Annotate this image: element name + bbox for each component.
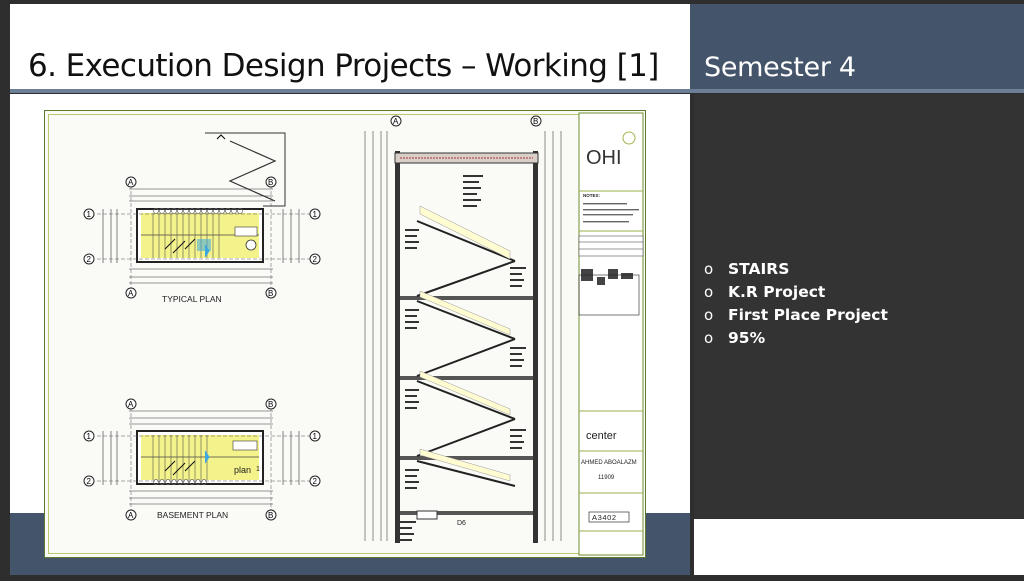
svg-text:2: 2 [313, 255, 318, 264]
semester-band: Semester 4 [690, 4, 1024, 90]
title-block: OHI NOTES: center AHMED ABOALAZM 11909 A… [578, 112, 644, 556]
svg-text:A: A [128, 511, 134, 520]
svg-text:2: 2 [313, 477, 318, 486]
hollow-circle-bullet-icon: o [704, 329, 714, 347]
ohi-logo: OHI [586, 147, 622, 169]
svg-text:A: A [128, 289, 134, 298]
typical-plan: A B A B 1 2 1 2 TYPICAL PLAN [83, 132, 321, 304]
client-label: center [586, 430, 617, 442]
basement-plan-label: BASEMENT PLAN [157, 510, 228, 520]
bullet-item: o STAIRS [704, 258, 888, 281]
bullet-item: o K.R Project [704, 281, 888, 304]
bullet-item: o 95% [704, 327, 888, 350]
sheet-number: A3402 [592, 513, 617, 522]
bullet-item: o First Place Project [704, 304, 888, 327]
svg-text:1: 1 [256, 466, 260, 473]
title-divider [10, 89, 1024, 93]
svg-text:A: A [128, 178, 134, 187]
svg-text:NOTES:: NOTES: [583, 193, 601, 198]
svg-text:D6: D6 [457, 520, 466, 527]
stair-section: A B D6 [364, 115, 562, 543]
bullet-list: o STAIRS o K.R Project o First Place Projec… [704, 258, 888, 350]
svg-text:B: B [268, 178, 273, 187]
student-id: 11909 [598, 475, 615, 481]
svg-text:B: B [268, 511, 273, 520]
svg-text:B: B [533, 117, 538, 126]
slide-title: 6. Execution Design Projects – Working [… [28, 48, 659, 84]
title-band: 6. Execution Design Projects – Working [… [10, 4, 690, 90]
footer-band-right [694, 519, 1024, 575]
svg-text:A: A [128, 400, 134, 409]
slide: 6. Execution Design Projects – Working [… [0, 0, 1024, 581]
stair-drawing: A B A B 1 2 1 2 TYPICAL PLAN plan 1 A B … [83, 112, 644, 556]
svg-text:2: 2 [87, 477, 92, 486]
svg-text:1: 1 [313, 210, 318, 219]
stair-drawing-sheet: A B A B 1 2 1 2 TYPICAL PLAN plan 1 A B … [44, 110, 646, 558]
svg-text:B: B [268, 289, 273, 298]
svg-text:B: B [268, 400, 273, 409]
svg-text:2: 2 [87, 255, 92, 264]
svg-text:plan: plan [234, 465, 251, 475]
svg-text:A: A [393, 117, 399, 126]
svg-text:1: 1 [87, 432, 92, 441]
hollow-circle-bullet-icon: o [704, 283, 714, 301]
student-name: AHMED ABOALAZM [581, 460, 637, 466]
hollow-circle-bullet-icon: o [704, 306, 714, 324]
semester-label: Semester 4 [704, 52, 856, 83]
svg-text:1: 1 [313, 432, 318, 441]
basement-plan: plan 1 A B A B 1 2 1 2 BASEMENT PLAN [83, 398, 321, 521]
svg-text:1: 1 [87, 210, 92, 219]
typical-plan-label: TYPICAL PLAN [162, 294, 222, 304]
hollow-circle-bullet-icon: o [704, 260, 714, 278]
